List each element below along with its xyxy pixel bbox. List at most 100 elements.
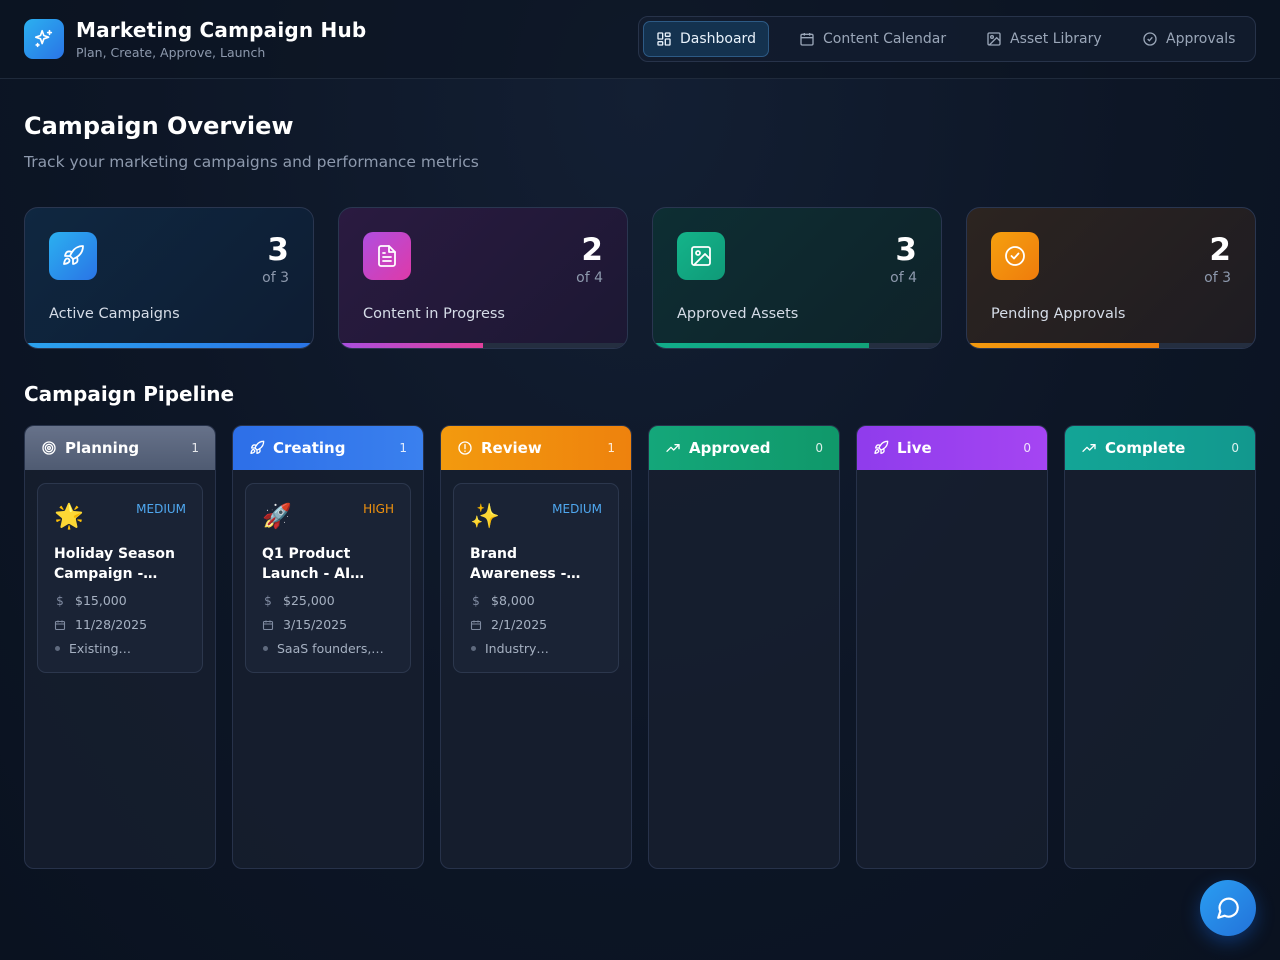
campaign-card[interactable]: 🌟 MEDIUM Holiday Season Campaign -… $ $1…: [37, 483, 203, 673]
rocket-icon: [49, 232, 97, 280]
page-title: Campaign Overview: [24, 112, 294, 140]
stat-value: 3: [895, 232, 917, 268]
column-name: Complete: [1105, 439, 1186, 457]
sparkles-icon: [24, 19, 64, 59]
target-icon: [42, 441, 56, 455]
dollar-icon: $: [472, 593, 480, 608]
campaign-card[interactable]: 🚀 HIGH Q1 Product Launch - AI… $ $25,000…: [245, 483, 411, 673]
stat-value: 3: [267, 232, 289, 268]
bullet-icon: [263, 646, 268, 651]
calendar-icon: [470, 620, 482, 630]
alert-circle-icon: [458, 441, 472, 455]
stat-card-pending-approvals[interactable]: 2 of 3 Pending Approvals: [966, 207, 1256, 349]
stat-value: 2: [581, 232, 603, 268]
nav-approvals[interactable]: Approvals: [1130, 21, 1247, 57]
column-count: 1: [399, 441, 407, 455]
stat-progress-fill: [967, 343, 1160, 348]
column-name: Live: [897, 439, 932, 457]
stat-total: of 4: [576, 270, 603, 286]
campaign-audience: Existing…: [54, 641, 194, 656]
chat-icon: [1217, 897, 1239, 919]
column-count: 1: [191, 441, 199, 455]
column-count: 0: [1231, 441, 1239, 455]
rocket-icon: [250, 440, 265, 454]
stat-card-active-campaigns[interactable]: 3 of 3 Active Campaigns: [24, 207, 314, 349]
stat-label: Active Campaigns: [49, 306, 180, 322]
nav-content-calendar[interactable]: Content Calendar: [787, 21, 958, 57]
audience-value: SaaS founders,…: [277, 641, 384, 656]
campaign-emoji: ✨: [470, 502, 500, 530]
campaign-title: Holiday Season Campaign -…: [54, 546, 175, 582]
nav-label: Content Calendar: [823, 31, 947, 47]
date-value: 2/1/2025: [491, 617, 548, 632]
main-nav: Dashboard Content Calendar Asset Library…: [638, 16, 1256, 62]
date-value: 11/28/2025: [75, 617, 148, 632]
campaign-date: 11/28/2025: [54, 617, 194, 632]
column-live: Live 0: [856, 425, 1048, 869]
stat-card-approved-assets[interactable]: 3 of 4 Approved Assets: [652, 207, 942, 349]
check-circle-icon: [1143, 32, 1157, 46]
rocket-icon: [874, 440, 889, 454]
campaign-date: 2/1/2025: [470, 617, 610, 632]
stat-progress-track: [25, 343, 313, 348]
column-header[interactable]: Complete 0: [1065, 426, 1255, 470]
campaign-budget: $ $8,000: [470, 593, 610, 608]
column-planning: Planning 1 🌟 MEDIUM Holiday Season Campa…: [24, 425, 216, 869]
priority-badge: MEDIUM: [136, 502, 186, 516]
image-icon: [677, 232, 725, 280]
budget-value: $8,000: [491, 593, 535, 608]
column-review: Review 1 ✨ MEDIUM Brand Awareness -… $ $…: [440, 425, 632, 869]
budget-value: $25,000: [283, 593, 335, 608]
stat-total: of 3: [1204, 270, 1231, 286]
column-header[interactable]: Approved 0: [649, 426, 839, 470]
chat-button[interactable]: [1200, 880, 1256, 936]
dashboard-icon: [657, 32, 671, 46]
check-circle-icon: [991, 232, 1039, 280]
column-count: 0: [1023, 441, 1031, 455]
app-subtitle: Plan, Create, Approve, Launch: [76, 45, 266, 60]
stat-value: 2: [1209, 232, 1231, 268]
nav-dashboard[interactable]: Dashboard: [643, 21, 769, 57]
nav-label: Asset Library: [1010, 31, 1102, 47]
image-icon: [987, 32, 1001, 46]
column-header[interactable]: Planning 1: [25, 426, 215, 470]
app-header: Marketing Campaign Hub Plan, Create, App…: [0, 0, 1280, 79]
dollar-icon: $: [56, 593, 64, 608]
stat-progress-fill: [339, 343, 483, 348]
stat-progress-track: [339, 343, 627, 348]
campaign-title: Q1 Product Launch - AI…: [262, 546, 365, 582]
campaign-emoji: 🌟: [54, 502, 84, 530]
calendar-icon: [54, 620, 66, 630]
stat-label: Approved Assets: [677, 306, 799, 322]
bullet-icon: [55, 646, 60, 651]
campaign-emoji: 🚀: [262, 502, 292, 530]
stat-progress-fill: [653, 343, 869, 348]
nav-label: Approvals: [1166, 31, 1236, 47]
stat-label: Content in Progress: [363, 306, 505, 322]
bullet-icon: [471, 646, 476, 651]
column-name: Creating: [273, 439, 346, 457]
column-count: 1: [607, 441, 615, 455]
column-complete: Complete 0: [1064, 425, 1256, 869]
priority-badge: MEDIUM: [552, 502, 602, 516]
stat-total: of 4: [890, 270, 917, 286]
calendar-icon: [262, 620, 274, 630]
nav-asset-library[interactable]: Asset Library: [974, 21, 1114, 57]
column-name: Review: [481, 439, 542, 457]
pipeline-title: Campaign Pipeline: [24, 382, 235, 406]
column-header[interactable]: Creating 1: [233, 426, 423, 470]
column-header[interactable]: Review 1: [441, 426, 631, 470]
column-approved: Approved 0: [648, 425, 840, 869]
budget-value: $15,000: [75, 593, 127, 608]
audience-value: Industry…: [485, 641, 549, 656]
column-name: Planning: [65, 439, 140, 457]
campaign-card[interactable]: ✨ MEDIUM Brand Awareness -… $ $8,000 2/1…: [453, 483, 619, 673]
column-header[interactable]: Live 0: [857, 426, 1047, 470]
calendar-icon: [800, 33, 814, 46]
trending-up-icon: [1082, 444, 1096, 452]
stat-total: of 3: [262, 270, 289, 286]
campaign-date: 3/15/2025: [262, 617, 402, 632]
stat-card-content-in-progress[interactable]: 2 of 4 Content in Progress: [338, 207, 628, 349]
page-subtitle: Track your marketing campaigns and perfo…: [24, 153, 479, 171]
app-title: Marketing Campaign Hub: [76, 18, 367, 42]
